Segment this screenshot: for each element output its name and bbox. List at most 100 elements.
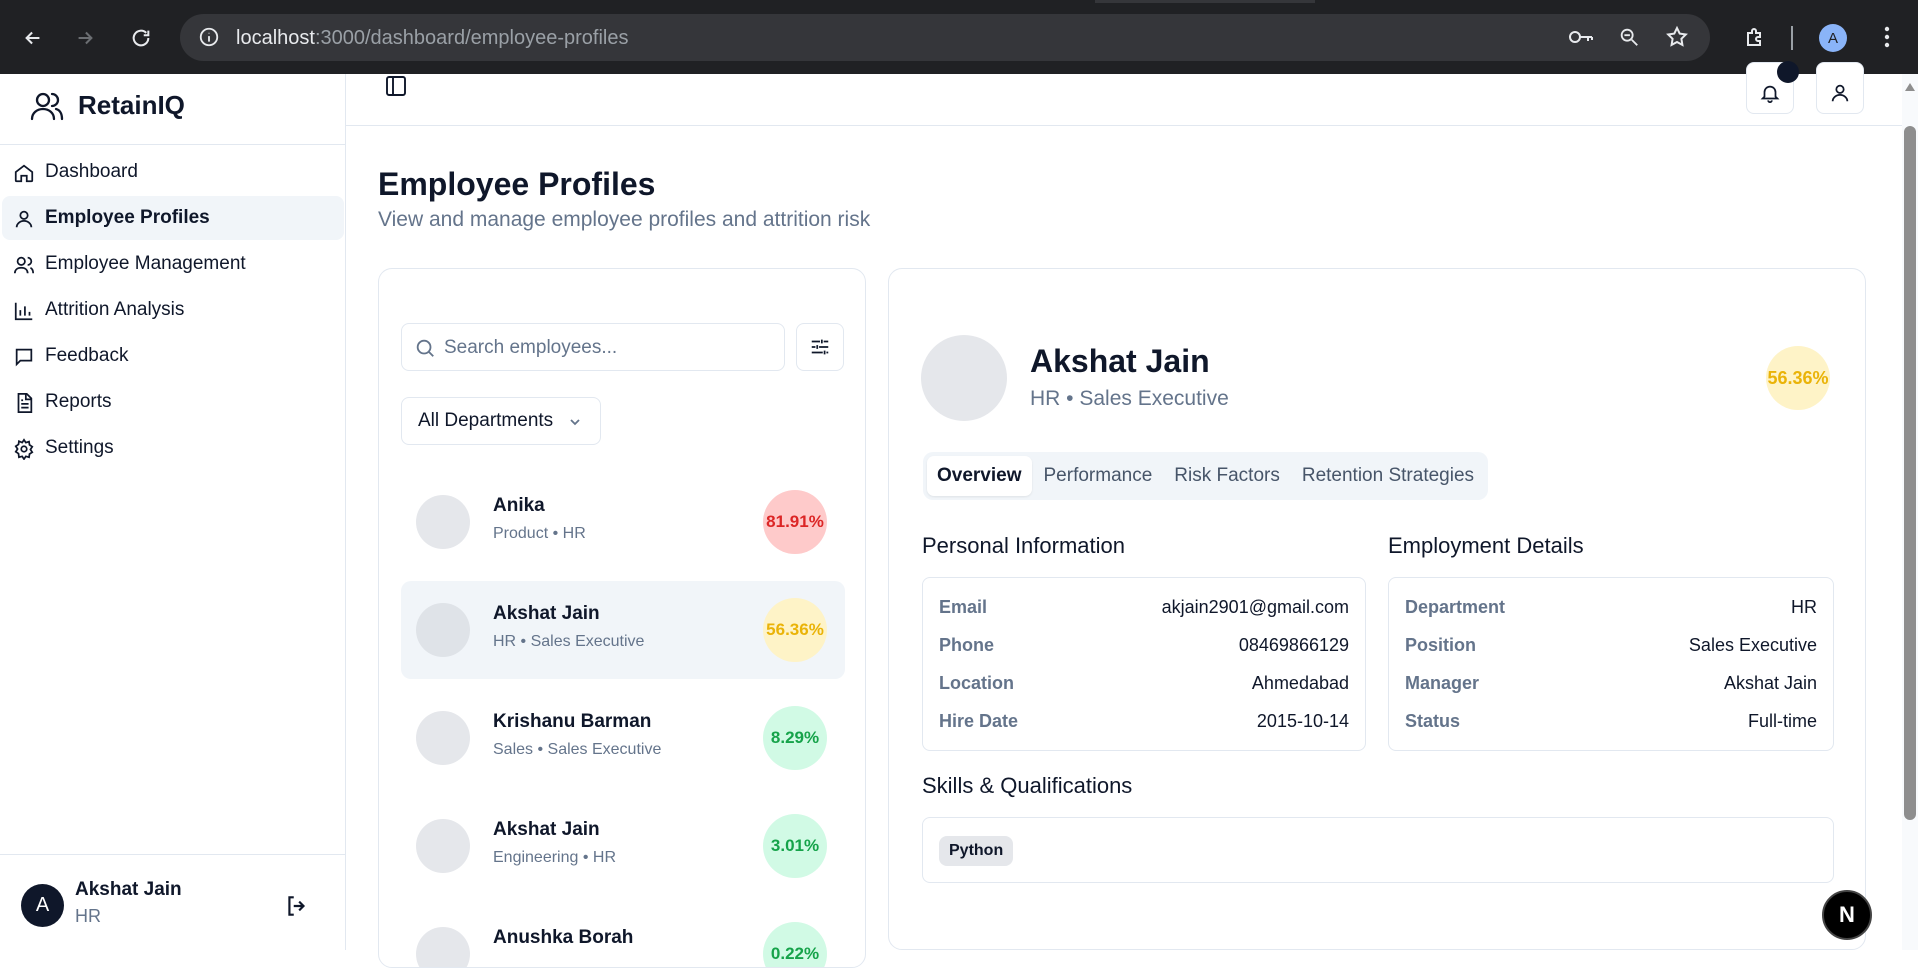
search-input[interactable] bbox=[444, 334, 774, 362]
dev-tools-badge[interactable]: N bbox=[1822, 890, 1872, 940]
sidebar-item-dashboard[interactable]: Dashboard bbox=[2, 150, 344, 194]
sidebar-item-label: Employee Management bbox=[45, 253, 246, 274]
info-row: Position Sales Executive bbox=[1405, 630, 1817, 660]
password-key-icon[interactable] bbox=[1564, 20, 1598, 54]
notification-badge bbox=[1777, 61, 1799, 83]
brand-name: RetainIQ bbox=[78, 90, 185, 120]
avatar bbox=[416, 927, 470, 967]
info-label: Phone bbox=[939, 634, 995, 655]
employee-name: Anushka Borah bbox=[493, 927, 634, 948]
brand[interactable]: RetainIQ bbox=[30, 90, 185, 121]
info-row: Location Ahmedabad bbox=[939, 668, 1349, 698]
sidebar-item-label: Attrition Analysis bbox=[45, 299, 185, 320]
tab-overview[interactable]: Overview bbox=[927, 456, 1032, 496]
browser-menu-icon[interactable] bbox=[1870, 20, 1904, 54]
sidebar-item-employee-management[interactable]: Employee Management bbox=[2, 242, 344, 286]
risk-badge: 56.36% bbox=[763, 598, 827, 662]
list-item[interactable]: Akshat Jain Engineering • HR 3.01% bbox=[401, 797, 845, 895]
page-subtitle: View and manage employee profiles and at… bbox=[378, 208, 871, 231]
url-path: :3000/dashboard/employee-profiles bbox=[314, 27, 629, 49]
info-value: akjain2901@gmail.com bbox=[1161, 596, 1349, 617]
tab-strip-hint bbox=[1095, 0, 1315, 3]
info-row: Phone 08469866129 bbox=[939, 630, 1349, 660]
risk-badge: 3.01% bbox=[763, 814, 827, 878]
scroll-up-arrow-icon[interactable] bbox=[1904, 82, 1916, 92]
back-button[interactable] bbox=[16, 21, 50, 55]
info-value: 08469866129 bbox=[1238, 634, 1349, 655]
department-select[interactable]: All Departments bbox=[401, 397, 601, 445]
filter-button[interactable] bbox=[796, 323, 844, 371]
sidebar-item-settings[interactable]: Settings bbox=[2, 426, 344, 470]
info-label: Hire Date bbox=[939, 710, 1019, 731]
info-label: Email bbox=[939, 596, 988, 617]
sidebar-user: A Akshat Jain HR bbox=[0, 854, 346, 950]
bookmark-star-icon[interactable] bbox=[1660, 20, 1694, 54]
list-item[interactable]: Anushka Borah 0.22% bbox=[401, 905, 845, 967]
scrollbar-thumb[interactable] bbox=[1904, 126, 1916, 820]
employee-list: Anika Product • HR 81.91% Akshat Jain HR… bbox=[401, 473, 845, 967]
employee-list-card: All Departments Anika Product • HR 81.91… bbox=[378, 268, 866, 968]
gear-icon bbox=[14, 438, 34, 460]
info-value: 2015-10-14 bbox=[1256, 710, 1349, 731]
users-icon bbox=[13, 256, 35, 274]
home-icon bbox=[14, 164, 34, 183]
user-icon bbox=[1831, 84, 1849, 102]
toolbar-divider bbox=[1791, 26, 1793, 50]
list-item[interactable]: Krishanu Barman Sales • Sales Executive … bbox=[401, 689, 845, 787]
user-name: Akshat Jain bbox=[75, 879, 182, 900]
profile-button[interactable] bbox=[1816, 62, 1864, 114]
info-value: Akshat Jain bbox=[1723, 672, 1817, 693]
browser-profile-avatar[interactable]: A bbox=[1819, 24, 1847, 52]
employee-meta: Sales • Sales Executive bbox=[493, 741, 662, 758]
site-info-icon[interactable] bbox=[198, 26, 220, 53]
employee-meta: Product • HR bbox=[493, 525, 586, 542]
info-value: Sales Executive bbox=[1688, 634, 1817, 655]
reload-button[interactable] bbox=[124, 21, 158, 55]
avatar[interactable]: A bbox=[21, 884, 64, 927]
employee-name: Akshat Jain bbox=[493, 819, 600, 840]
info-label: Status bbox=[1405, 710, 1461, 731]
sidebar-item-label: Settings bbox=[45, 437, 114, 458]
info-row: Manager Akshat Jain bbox=[1405, 668, 1817, 698]
url-text[interactable]: localhost:3000/dashboard/employee-profil… bbox=[236, 27, 628, 50]
zoom-icon[interactable] bbox=[1612, 20, 1646, 54]
risk-badge: 8.29% bbox=[763, 706, 827, 770]
address-bar[interactable]: localhost:3000/dashboard/employee-profil… bbox=[180, 14, 1710, 61]
url-host: localhost bbox=[236, 27, 315, 49]
tab-retention-strategies[interactable]: Retention Strategies bbox=[1292, 456, 1484, 496]
forward-button[interactable] bbox=[68, 21, 102, 55]
skills-box: Python bbox=[922, 817, 1834, 883]
list-item[interactable]: Akshat Jain HR • Sales Executive 56.36% bbox=[401, 581, 845, 679]
sidebar-item-employee-profiles[interactable]: Employee Profiles bbox=[2, 196, 344, 240]
sidebar-item-label: Employee Profiles bbox=[45, 207, 210, 228]
tab-performance[interactable]: Performance bbox=[1034, 456, 1163, 496]
sidebar-item-reports[interactable]: Reports bbox=[2, 380, 344, 424]
skills-title: Skills & Qualifications bbox=[922, 773, 1133, 798]
info-row: Status Full-time bbox=[1405, 706, 1817, 736]
user-icon bbox=[15, 210, 33, 228]
users-logo-icon bbox=[30, 92, 64, 120]
sidebar-toggle-icon[interactable] bbox=[384, 74, 408, 98]
sidebar-item-label: Dashboard bbox=[45, 161, 138, 182]
info-label: Department bbox=[1405, 596, 1506, 617]
list-item[interactable]: Anika Product • HR 81.91% bbox=[401, 473, 845, 571]
page-title: Employee Profiles bbox=[378, 166, 656, 202]
search-box[interactable] bbox=[401, 323, 785, 371]
department-select-value: All Departments bbox=[418, 410, 554, 431]
risk-badge: 0.22% bbox=[763, 922, 827, 967]
notifications-button[interactable] bbox=[1746, 61, 1799, 114]
chevron-down-icon bbox=[570, 419, 580, 426]
profile-name: Akshat Jain bbox=[1030, 343, 1210, 379]
logout-icon[interactable] bbox=[284, 893, 310, 919]
sidebar-item-feedback[interactable]: Feedback bbox=[2, 334, 344, 378]
user-role: HR bbox=[75, 906, 101, 926]
tab-risk-factors[interactable]: Risk Factors bbox=[1164, 456, 1290, 496]
sidebar: RetainIQ Dashboard Employee Profiles Emp… bbox=[0, 74, 346, 950]
extensions-icon[interactable] bbox=[1738, 20, 1772, 54]
personal-info-title: Personal Information bbox=[922, 533, 1125, 558]
info-label: Position bbox=[1405, 634, 1476, 655]
profile-tabs: Overview Performance Risk Factors Retent… bbox=[923, 452, 1489, 500]
avatar bbox=[416, 711, 470, 765]
sidebar-item-attrition-analysis[interactable]: Attrition Analysis bbox=[2, 288, 344, 332]
info-label: Manager bbox=[1405, 672, 1480, 693]
